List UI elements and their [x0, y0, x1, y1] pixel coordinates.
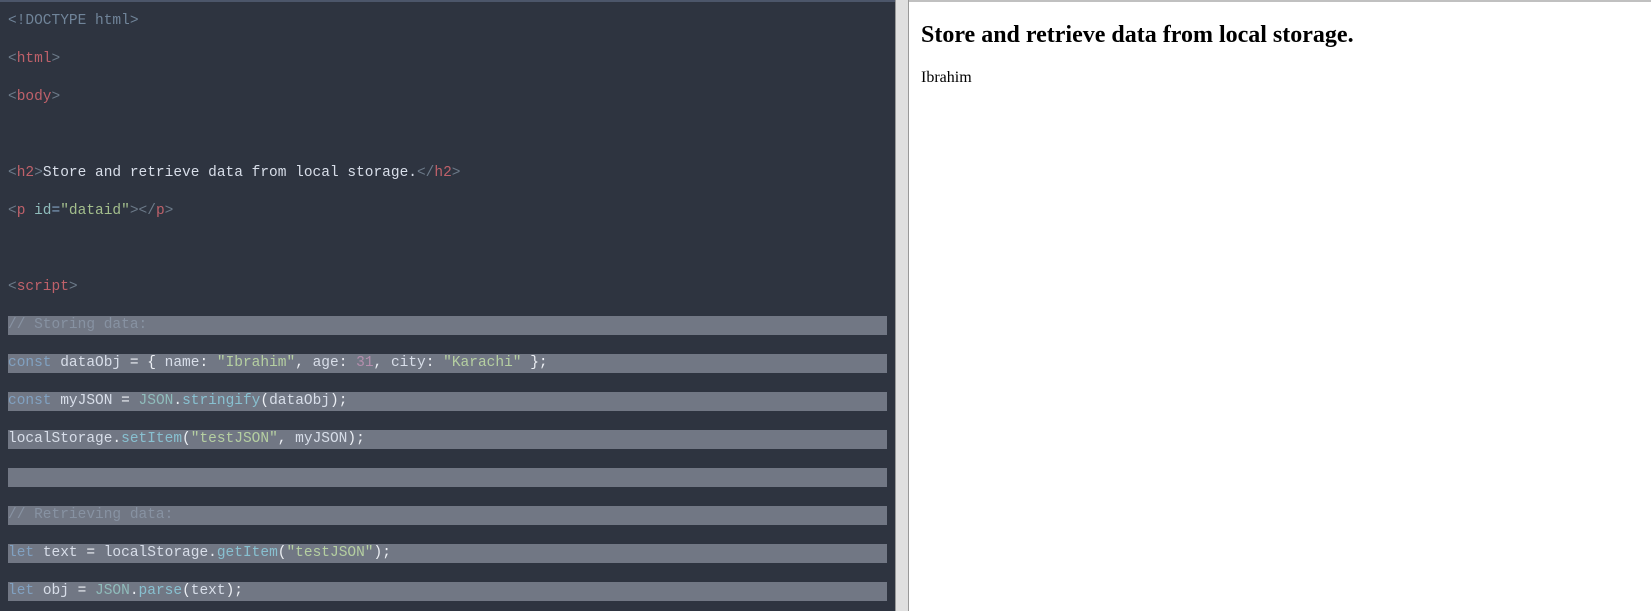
code-token: // Retrieving data: [8, 507, 173, 523]
code-token: Store and retrieve data from local stora… [43, 165, 417, 181]
code-token: const [8, 355, 52, 371]
pane-splitter[interactable] [895, 0, 909, 611]
code-token: dataObj [60, 355, 121, 371]
code-token: script [17, 279, 69, 295]
code-content[interactable]: <!DOCTYPE html> <html> <body> <h2>Store … [8, 12, 887, 611]
code-token: html [17, 51, 52, 67]
preview-pane: Store and retrieve data from local stora… [909, 0, 1651, 611]
code-editor[interactable]: <!DOCTYPE html> <html> <body> <h2>Store … [0, 0, 895, 611]
code-token: <!DOCTYPE html> [8, 13, 139, 29]
preview-output: Ibrahim [921, 69, 1639, 87]
selection: // Storing data: [8, 316, 887, 335]
code-token: id [34, 203, 51, 219]
code-token: "dataid" [60, 203, 130, 219]
preview-heading: Store and retrieve data from local stora… [921, 22, 1639, 49]
code-token: body [17, 89, 52, 105]
code-token: // Storing data: [8, 317, 147, 333]
